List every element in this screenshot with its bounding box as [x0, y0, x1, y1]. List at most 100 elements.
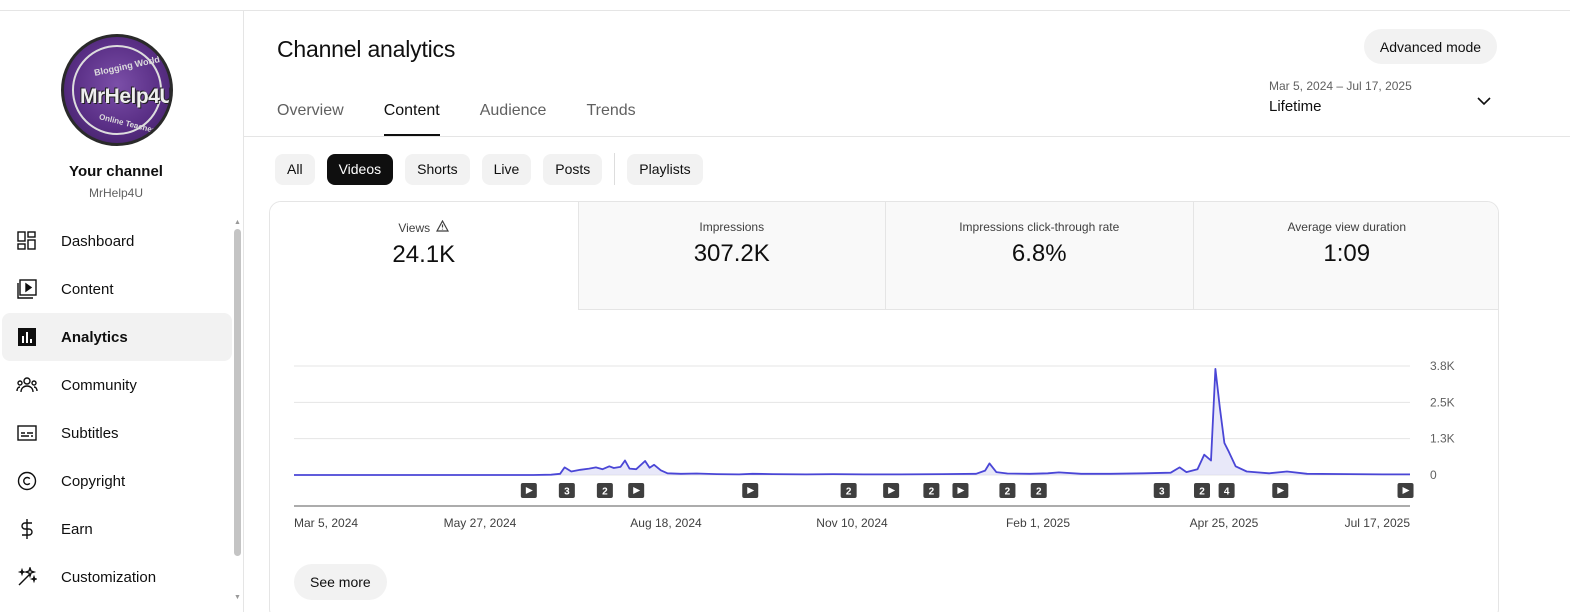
scroll-down-arrow-icon[interactable]: ▼: [234, 594, 241, 601]
y-tick-label: 1.3K: [1430, 432, 1455, 446]
video-marker[interactable]: [1272, 483, 1289, 498]
x-tick-label: Jul 17, 2025: [1345, 516, 1411, 530]
sidebar-item-label: Customization: [61, 568, 157, 586]
chip-shorts[interactable]: Shorts: [405, 153, 470, 185]
warning-icon: [436, 219, 450, 235]
x-tick-label: Feb 1, 2025: [1006, 516, 1070, 530]
metric-value: 1:09: [1323, 240, 1371, 267]
metric-label-row: Views: [270, 219, 578, 235]
see-more-button[interactable]: See more: [294, 564, 387, 600]
chip-live[interactable]: Live: [481, 153, 532, 185]
metric-avg-view-duration[interactable]: Average view duration 1:09: [1192, 202, 1498, 310]
video-marker[interactable]: [1397, 483, 1414, 498]
page-title: Channel analytics: [277, 36, 456, 62]
sidebar-item-label: Copyright: [61, 472, 126, 490]
video-marker[interactable]: 2: [1194, 483, 1211, 498]
scroll-up-arrow-icon[interactable]: ▲: [234, 219, 241, 226]
metric-impressions[interactable]: Impressions 307.2K: [577, 202, 885, 310]
earn-icon: [16, 518, 38, 540]
video-marker[interactable]: 2: [999, 483, 1016, 498]
views-line-chart[interactable]: 0 1.3K 2.5K 3.8K Mar 5, 2024 May 27, 2024 Aug …: [270, 310, 1499, 550]
metric-ctr[interactable]: Impressions click-through rate 6.8%: [885, 202, 1193, 310]
date-range-picker[interactable]: Mar 5, 2024 – Jul 17, 2025 Lifetime: [1269, 79, 1493, 123]
metric-value: 6.8%: [1011, 240, 1067, 267]
chip-videos[interactable]: Videos: [326, 153, 394, 185]
video-marker[interactable]: 2: [596, 483, 613, 498]
customization-icon: [16, 566, 38, 588]
sidebar-item-content[interactable]: Content: [2, 265, 232, 313]
video-marker[interactable]: [520, 483, 537, 498]
avatar-logo-text: MrHelp4U: [79, 85, 173, 108]
video-marker-count: 2: [1199, 487, 1205, 498]
metric-views[interactable]: Views 24.1K: [270, 202, 578, 310]
channel-handle: MrHelp4U: [88, 186, 143, 200]
y-tick-label: 3.8K: [1430, 359, 1455, 373]
video-marker-count: 2: [929, 487, 935, 498]
video-marker-count: 2: [846, 487, 852, 498]
x-tick-label: Nov 10, 2024: [816, 516, 888, 530]
channel-avatar[interactable]: Blogging World MrHelp4U Online Teacher: [61, 34, 173, 146]
y-tick-label: 0: [1430, 468, 1437, 482]
content-type-filters: All Videos Shorts Live Posts Playlists: [275, 153, 715, 185]
y-tick-label: 2.5K: [1430, 395, 1455, 409]
x-tick-label: May 27, 2024: [444, 516, 517, 530]
chip-posts[interactable]: Posts: [543, 153, 603, 185]
tab-overview[interactable]: Overview: [277, 96, 344, 136]
video-marker[interactable]: 2: [840, 483, 857, 498]
video-marker[interactable]: [952, 483, 969, 498]
your-channel-label: Your channel: [69, 163, 163, 180]
analytics-icon: [16, 326, 38, 348]
chip-playlists[interactable]: Playlists: [627, 153, 703, 185]
avatar-ring-bottom-text: Online Teacher: [98, 112, 156, 135]
views-area: [294, 368, 1410, 475]
metric-label: Average view duration: [1287, 220, 1407, 234]
video-marker-count: 3: [1159, 487, 1165, 498]
x-tick-label: Mar 5, 2024: [294, 516, 358, 530]
video-marker-count: 2: [1036, 487, 1042, 498]
sidebar-item-analytics[interactable]: Analytics: [2, 313, 232, 361]
video-marker[interactable]: [742, 483, 759, 498]
sidebar-item-customization[interactable]: Customization: [2, 553, 232, 601]
analytics-card: Views 24.1K Impressions 307.2K Impressio…: [269, 201, 1499, 612]
video-marker[interactable]: 3: [1153, 483, 1170, 498]
metric-value: 24.1K: [392, 241, 456, 268]
video-marker-count: 4: [1224, 487, 1230, 498]
sidebar-scrollbar[interactable]: [234, 229, 241, 556]
advanced-mode-button[interactable]: Advanced mode: [1364, 29, 1497, 64]
metric-label: Views: [398, 220, 431, 235]
video-marker[interactable]: 3: [558, 483, 575, 498]
x-tick-label: Apr 25, 2025: [1190, 516, 1259, 530]
community-icon: [16, 374, 38, 396]
sidebar-item-earn[interactable]: Earn: [2, 505, 232, 553]
video-marker[interactable]: 4: [1218, 483, 1235, 498]
tab-trends[interactable]: Trends: [586, 96, 635, 136]
sidebar-item-copyright[interactable]: Copyright: [2, 457, 232, 505]
subtitles-icon: [16, 422, 38, 444]
x-tick-label: Aug 18, 2024: [630, 516, 702, 530]
tab-content[interactable]: Content: [383, 96, 440, 136]
sidebar-item-subtitles[interactable]: Subtitles: [2, 409, 232, 457]
metric-value: 307.2K: [693, 240, 770, 267]
date-range-label: Lifetime: [1269, 98, 1322, 115]
metric-tabs: Views 24.1K Impressions 307.2K Impressio…: [270, 202, 1498, 310]
tab-audience[interactable]: Audience: [480, 96, 547, 136]
video-marker[interactable]: 2: [923, 483, 940, 498]
video-marker[interactable]: [883, 483, 900, 498]
metric-label: Impressions: [699, 220, 765, 234]
video-marker[interactable]: [628, 483, 645, 498]
sidebar-item-community[interactable]: Community: [2, 361, 232, 409]
sidebar-nav: Dashboard Content Analytics Community Su…: [0, 217, 232, 601]
content-icon: [16, 278, 38, 300]
avatar-ring-top-text: Blogging World: [93, 54, 161, 78]
sidebar-item-label: Earn: [61, 520, 93, 538]
analytics-tabs: Overview Content Audience Trends: [277, 96, 676, 136]
copyright-icon: [16, 470, 38, 492]
video-marker-count: 2: [602, 487, 608, 498]
dashboard-icon: [16, 230, 38, 252]
views-line: [294, 368, 1410, 476]
video-marker-count: 2: [1005, 487, 1011, 498]
video-marker-count: 3: [564, 487, 570, 498]
video-marker[interactable]: 2: [1030, 483, 1047, 498]
chip-all[interactable]: All: [275, 153, 315, 185]
sidebar-item-dashboard[interactable]: Dashboard: [2, 217, 232, 265]
